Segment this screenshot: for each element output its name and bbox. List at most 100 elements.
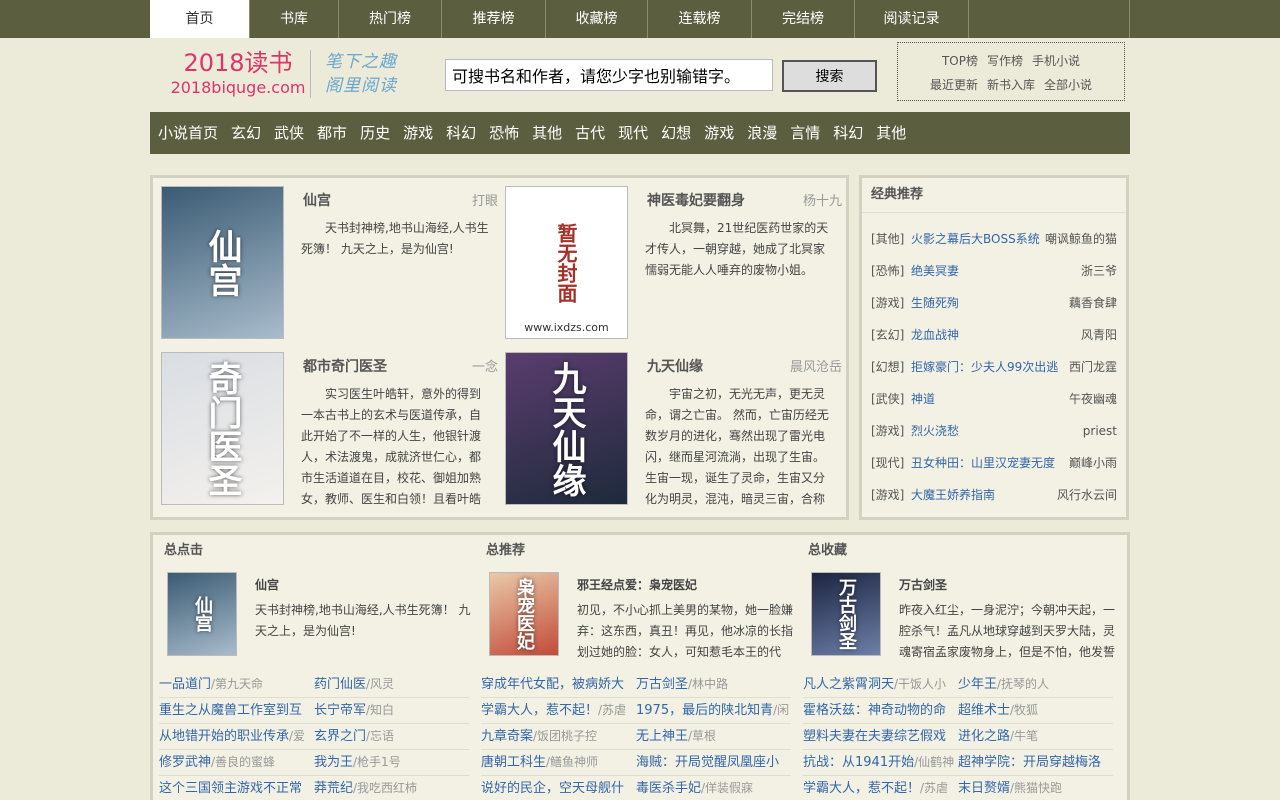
ranking-book-link[interactable]: 超神学院：开局穿越梅洛 [958, 755, 1101, 770]
ranking-item: 长宁帝军/知白 [314, 698, 469, 724]
hot-books-panel: 仙宫 仙宫 打眼 天书封神榜,地书山海经,人书生死簿！ 九天之上，是为仙宫! 暂无封面 w… [150, 175, 849, 520]
category-link[interactable]: 游戏 [699, 112, 742, 154]
book-cover[interactable]: 九天仙缘 [505, 352, 628, 505]
item-author: 嘲讽鲸鱼的猫 [1044, 232, 1117, 246]
ranking-book-link[interactable]: 凡人之紫霄洞天 [803, 677, 894, 692]
category-link[interactable]: 其他 [527, 112, 570, 154]
ranking-book-link[interactable]: 超维术士 [958, 703, 1010, 718]
book-title-link[interactable]: 神医毒妃要翻身 [647, 190, 745, 210]
topnav-item[interactable]: 连载榜 [648, 0, 752, 38]
book-title-link[interactable]: 仙宫 [303, 190, 331, 210]
item-book-link[interactable]: 龙血战神 [911, 319, 1081, 351]
book-cover[interactable]: 奇门医圣 [161, 352, 284, 505]
ranking-book-link[interactable]: 少年王 [958, 677, 997, 692]
ranking-book-link[interactable]: 说好的民企，空天母舰什 [481, 781, 624, 796]
quick-link[interactable]: 全部小说 [1044, 73, 1092, 97]
ranking-book-link[interactable]: 抗战：从1941开始 [803, 755, 914, 770]
book-title-link[interactable]: 都市奇门医圣 [303, 356, 387, 376]
classic-list-item: [武侠] 神道 午夜幽魂 [871, 383, 1117, 415]
item-book-link[interactable]: 神道 [911, 383, 1069, 415]
item-book-link[interactable]: 大魔王娇养指南 [911, 479, 1057, 511]
ranking-book-link[interactable]: 1975，最后的陕北知青 [636, 703, 773, 718]
book-cover[interactable]: 仙宫 [161, 186, 284, 339]
search-input[interactable] [445, 59, 773, 91]
featured-book-title[interactable]: 仙宫 [255, 576, 279, 593]
topnav-item[interactable]: 阅读记录 [855, 0, 969, 38]
ranking-book-link[interactable]: 玄界之门 [314, 729, 366, 744]
category-link[interactable]: 现代 [613, 112, 656, 154]
category-link[interactable]: 言情 [785, 112, 828, 154]
featured-book-cover[interactable]: 仙宫 [167, 572, 237, 656]
quick-link[interactable]: 手机小说 [1032, 49, 1080, 73]
ranking-book-link[interactable]: 一品道门 [159, 677, 211, 692]
category-link[interactable]: 玄幻 [226, 112, 269, 154]
item-book-link[interactable]: 绝美冥妻 [911, 255, 1081, 287]
ranking-book-link[interactable]: 进化之路 [958, 729, 1010, 744]
item-book-link[interactable]: 生随死殉 [911, 287, 1069, 319]
search-button[interactable]: 搜索 [782, 60, 877, 92]
book-description: 北冥舞，21世纪医药世家的天才传人，一朝穿越，她成了北冥家懦弱无能人人唾弃的废物… [645, 221, 829, 277]
ranking-book-link[interactable]: 万古剑圣 [636, 677, 688, 692]
topnav-item[interactable]: 书库 [250, 0, 339, 38]
quick-link[interactable]: 最近更新 [930, 73, 978, 97]
ranking-book-link[interactable]: 塑料夫妻在夫妻综艺假戏 [803, 729, 946, 744]
ranking-item: 毒医杀手妃/佯装假寐 [636, 776, 791, 800]
featured-book-cover[interactable]: 枭宠医妃 [489, 572, 559, 656]
ranking-book-link[interactable]: 穿成年代女配，被病娇大 [481, 677, 624, 692]
ranking-author: /牧狐 [1010, 703, 1039, 717]
category-nav: 小说首页 玄幻 武侠 都市 历史 游戏 科幻 恐怖 其他 古代 现代 幻想 游戏 浪漫 言情 科幻 其他 [150, 112, 1130, 154]
category-link[interactable]: 幻想 [656, 112, 699, 154]
item-book-link[interactable]: 烈火浇愁 [911, 415, 1083, 447]
category-link[interactable]: 武侠 [269, 112, 312, 154]
topnav-item[interactable]: 推荐榜 [442, 0, 546, 38]
featured-book-title[interactable]: 邪王经点爱：枭宠医妃 [577, 576, 697, 593]
ranking-book-link[interactable]: 末日赘婿 [958, 781, 1010, 796]
category-link[interactable]: 其他 [871, 112, 914, 154]
category-link[interactable]: 小说首页 [153, 112, 226, 154]
category-link[interactable]: 古代 [570, 112, 613, 154]
ranking-book-link[interactable]: 霍格沃兹：神奇动物的命 [803, 703, 946, 718]
ranking-book-link[interactable]: 学霸大人，惹不起！ [803, 781, 920, 796]
category-link[interactable]: 游戏 [398, 112, 441, 154]
quick-link[interactable]: TOP榜 [942, 49, 978, 73]
category-link[interactable]: 科幻 [828, 112, 871, 154]
topnav-item[interactable]: 收藏榜 [546, 0, 648, 38]
ranking-book-link[interactable]: 莽荒纪 [314, 781, 353, 796]
category-link[interactable]: 科幻 [441, 112, 484, 154]
item-book-link[interactable]: 丑女种田：山里汉宠妻无度 [911, 447, 1069, 479]
featured-book-title[interactable]: 万古剑圣 [899, 576, 947, 593]
ranking-book-link[interactable]: 我为王 [314, 755, 353, 770]
item-book-link[interactable]: 火影之幕后大BOSS系统 [911, 223, 1045, 255]
ranking-book-link[interactable]: 药门仙医 [314, 677, 366, 692]
book-title-link[interactable]: 九天仙缘 [647, 356, 703, 376]
ranking-book-link[interactable]: 九章奇案 [481, 729, 533, 744]
ranking-book-link[interactable]: 从地错开始的职业传承 [159, 729, 289, 744]
book-cover[interactable]: 暂无封面 www.ixdzs.com [505, 186, 628, 339]
topnav-item[interactable]: 热门榜 [339, 0, 442, 38]
ranking-book-link[interactable]: 毒医杀手妃 [636, 781, 701, 796]
ranking-item: 无上神王/草根 [636, 724, 791, 750]
ranking-book-link[interactable]: 这个三国领主游戏不正常 [159, 781, 302, 796]
ranking-item: 霍格沃兹：神奇动物的命 [803, 698, 958, 724]
category-link[interactable]: 都市 [312, 112, 355, 154]
book-author: 打眼 [471, 194, 498, 209]
ranking-book-link[interactable]: 学霸大人，惹不起！ [481, 703, 598, 718]
category-link[interactable]: 恐怖 [484, 112, 527, 154]
ranking-book-link[interactable]: 唐朝工科生 [481, 755, 546, 770]
ranking-book-link[interactable]: 无上神王 [636, 729, 688, 744]
ranking-book-link[interactable]: 长宁帝军 [314, 703, 366, 718]
ranking-item: 这个三国领主游戏不正常 [159, 776, 314, 800]
category-link[interactable]: 浪漫 [742, 112, 785, 154]
category-link[interactable]: 历史 [355, 112, 398, 154]
quick-link[interactable]: 写作榜 [987, 49, 1023, 73]
featured-book-cover[interactable]: 万古剑圣 [811, 572, 881, 656]
ranking-book-link[interactable]: 修罗武神 [159, 755, 211, 770]
ranking-book-link[interactable]: 重生之从魔兽工作室到互 [159, 703, 302, 718]
quick-link[interactable]: 新书入库 [987, 73, 1035, 97]
ranking-book-link[interactable]: 海贼：开局觉醒凤凰座小 [636, 755, 779, 770]
topnav-item[interactable]: 首页 [150, 0, 250, 38]
topnav-item[interactable]: 完结榜 [752, 0, 855, 38]
item-book-link[interactable]: 拒嫁豪门：少夫人99次出逃 [911, 351, 1069, 383]
site-logo[interactable]: 2018读书 2018biquge.com [168, 48, 308, 98]
ranking-item: 从地错开始的职业传承/爱 [159, 724, 314, 750]
